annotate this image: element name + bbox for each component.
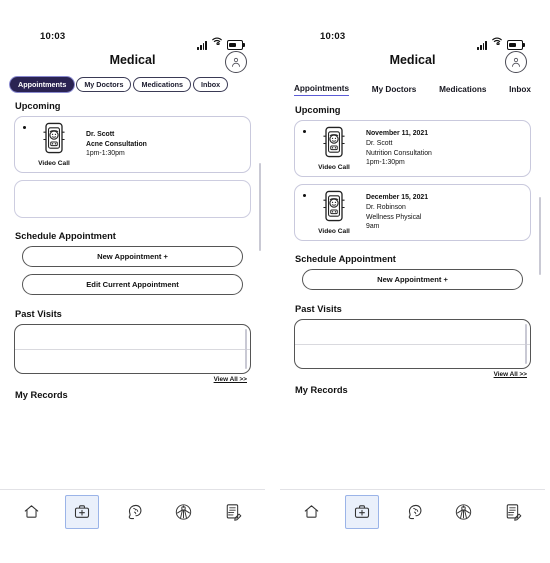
scroll-content: Upcoming Video Call Dr. Scott Acne Consulta…	[0, 101, 265, 496]
signal-bars-icon	[477, 41, 487, 50]
tab-appointments[interactable]: Appointments	[294, 84, 350, 96]
appointment-reason: Wellness Physical	[366, 213, 422, 221]
section-title-my-records: My Records	[15, 390, 68, 400]
scroll-content: Upcoming Video Call November 11, 2021 Dr. S…	[280, 105, 545, 500]
bullet-dot	[303, 130, 306, 133]
past-visits-scrollbar[interactable]	[524, 324, 527, 364]
appointment-reason: Nutrition Consultation	[366, 149, 432, 157]
nav-home[interactable]	[15, 496, 47, 528]
medical-bag-icon	[353, 503, 371, 520]
appointment-reason: Acne Consultation	[86, 140, 147, 148]
tab-appointments[interactable]: Appointments	[10, 76, 75, 92]
section-title-my-records: My Records	[295, 385, 348, 395]
appointment-doctor: Dr. Robinson	[366, 203, 406, 211]
user-avatar-icon[interactable]	[225, 51, 247, 73]
battery-icon	[227, 40, 245, 50]
status-bar-clock: 10:03	[320, 31, 346, 42]
past-visits-divider	[15, 349, 250, 350]
page-scrollbar[interactable]	[538, 197, 541, 275]
nav-brain-head[interactable]	[397, 496, 429, 528]
view-all-link[interactable]: View All >>	[294, 371, 531, 378]
appointment-doctor: Dr. Scott	[366, 139, 393, 147]
section-title-schedule: Schedule Appointment	[15, 231, 116, 241]
appointment-time: 1pm-1:30pm	[366, 159, 405, 167]
clipboard-pencil-icon	[224, 503, 243, 521]
past-visits-box[interactable]	[294, 319, 531, 369]
tab-my-doctors[interactable]: My Doctors	[372, 85, 417, 96]
bottom-nav-bar	[0, 489, 265, 533]
clipboard-pencil-icon	[504, 503, 523, 521]
tab-medications[interactable]: Medications	[133, 76, 191, 92]
dual-phone-mockup: 10:03 Medical Appointments My Doctors Medica…	[0, 0, 550, 563]
tab-medications[interactable]: Medications	[439, 85, 486, 96]
page-scrollbar[interactable]	[258, 163, 261, 251]
video-call-label: Video Call	[318, 164, 350, 171]
appointment-time: 9am	[366, 223, 380, 231]
appointment-card[interactable]: Video Call November 11, 2021 Dr. Scott Nutr…	[294, 120, 531, 177]
section-title-past-visits: Past Visits	[295, 304, 342, 314]
nav-medical-bag[interactable]	[345, 494, 380, 529]
schedule-button-0[interactable]: New Appointment +	[302, 269, 523, 290]
tab-bar: Appointments My Doctors Medications Inbox	[280, 76, 545, 96]
battery-icon	[507, 40, 525, 50]
wifi-icon	[211, 32, 223, 50]
section-title-upcoming: Upcoming	[15, 101, 61, 111]
video-call-label: Video Call	[38, 160, 70, 167]
past-visits-scrollbar[interactable]	[244, 329, 247, 369]
appointment-time: 1pm-1:30pm	[86, 150, 125, 158]
bottom-nav-bar	[280, 489, 545, 533]
video-call-icon	[319, 190, 349, 227]
section-title-upcoming: Upcoming	[295, 105, 341, 115]
appointment-date: December 15, 2021	[366, 194, 429, 202]
nav-clipboard-pencil[interactable]	[498, 496, 530, 528]
tab-bar: Appointments My Doctors Medications Inbox	[0, 76, 265, 92]
nav-body-anatomy[interactable]	[168, 496, 200, 528]
nav-brain-head[interactable]	[117, 496, 149, 528]
tab-inbox[interactable]: Inbox	[509, 85, 531, 96]
brain-head-icon	[124, 503, 143, 520]
brain-head-icon	[404, 503, 423, 520]
video-call-icon	[319, 126, 349, 163]
phone-screen-left: 10:03 Medical Appointments My Doctors Medica…	[0, 28, 265, 533]
schedule-button-1[interactable]: Edit Current Appointment	[22, 274, 243, 295]
tab-inbox[interactable]: Inbox	[193, 76, 229, 92]
signal-bars-icon	[197, 41, 207, 50]
video-call-label: Video Call	[318, 228, 350, 235]
schedule-button-0[interactable]: New Appointment +	[22, 246, 243, 267]
user-avatar-icon[interactable]	[505, 51, 527, 73]
status-bar-clock: 10:03	[40, 31, 66, 42]
nav-body-anatomy[interactable]	[448, 496, 480, 528]
home-icon	[303, 503, 320, 520]
appointment-card[interactable]: Video Call Dr. Scott Acne Consultation 1pm-…	[14, 116, 251, 173]
appointment-doctor: Dr. Scott	[86, 131, 115, 139]
section-title-past-visits: Past Visits	[15, 309, 62, 319]
wifi-icon	[491, 32, 503, 50]
bullet-dot	[303, 194, 306, 197]
nav-medical-bag[interactable]	[65, 494, 100, 529]
section-title-schedule: Schedule Appointment	[295, 254, 396, 264]
tab-my-doctors[interactable]: My Doctors	[76, 76, 132, 92]
medical-bag-icon	[73, 503, 91, 520]
nav-home[interactable]	[295, 496, 327, 528]
home-icon	[23, 503, 40, 520]
empty-appointment-card[interactable]	[14, 180, 251, 218]
video-call-icon	[39, 122, 69, 159]
appointment-card[interactable]: Video Call December 15, 2021 Dr. Robinson W…	[294, 184, 531, 241]
view-all-link[interactable]: View All >>	[14, 376, 251, 383]
bullet-dot	[23, 126, 26, 129]
nav-clipboard-pencil[interactable]	[218, 496, 250, 528]
body-anatomy-icon	[174, 503, 193, 521]
appointment-date: November 11, 2021	[366, 130, 429, 138]
body-anatomy-icon	[454, 503, 473, 521]
past-visits-divider	[295, 344, 530, 345]
past-visits-box[interactable]	[14, 324, 251, 374]
phone-screen-right: 10:03 Medical Appointments My Doctors Medica…	[280, 28, 545, 533]
